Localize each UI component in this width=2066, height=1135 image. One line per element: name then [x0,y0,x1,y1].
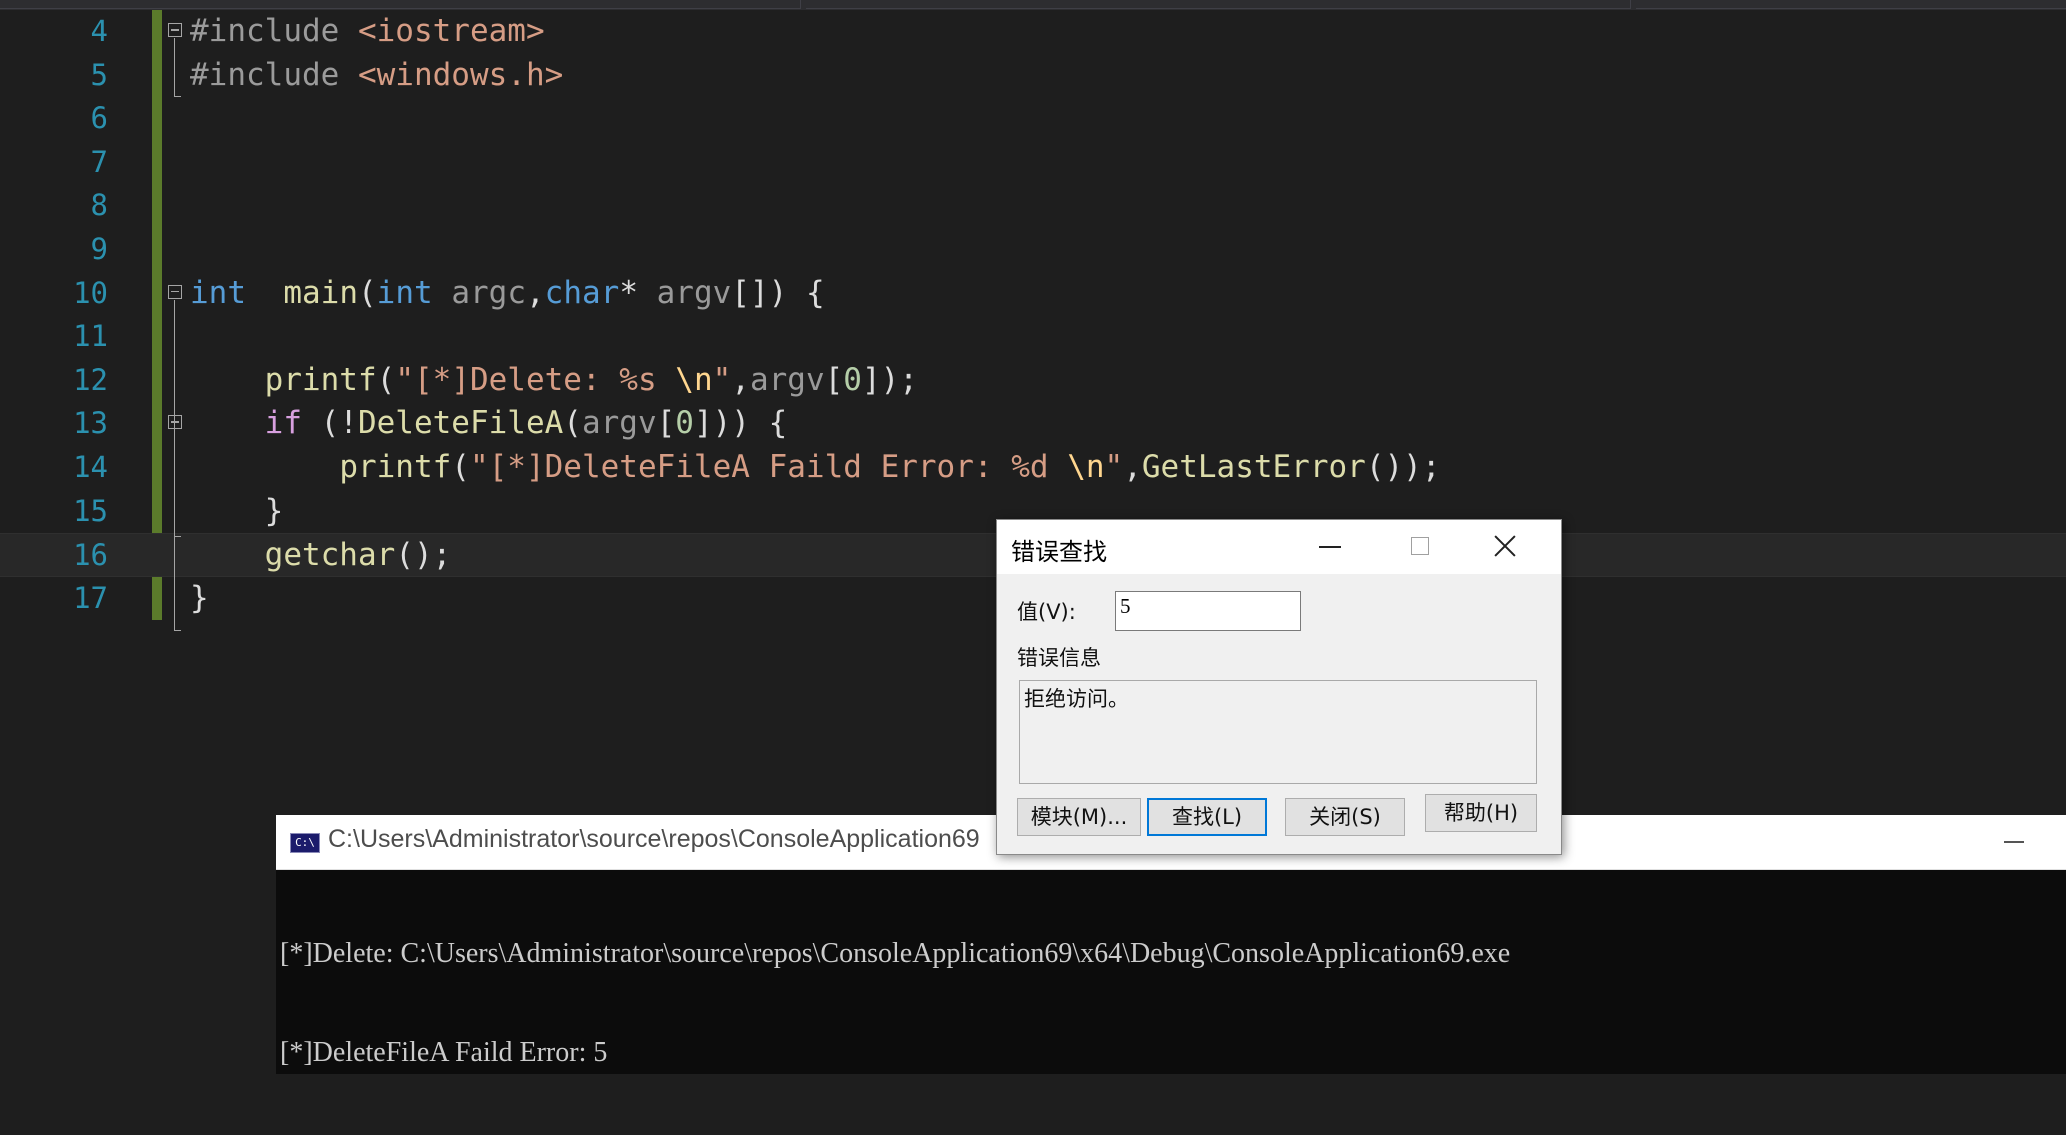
close-icon[interactable] [1487,528,1523,564]
navigation-dropdown-member[interactable] [1636,0,2066,9]
error-message-box[interactable]: 拒绝访问。 [1019,680,1537,784]
code-text: printf("[*]DeleteFileA Faild Error: %d \… [339,449,1441,485]
line-number: 4 [90,14,108,48]
modules-button[interactable]: 模块(M)... [1017,798,1141,836]
code-text: getchar(); [264,537,452,574]
dialog-title: 错误查找 [1011,538,1107,566]
collapse-icon[interactable] [168,23,182,37]
minimize-icon[interactable] [2004,841,2024,843]
code-line[interactable]: 10 int main(int argc,char* argv[]) { [0,272,2066,316]
line-number: 17 [73,580,108,615]
tab-strip [0,0,2066,10]
minimize-icon[interactable] [1319,546,1341,548]
navigation-dropdown-scope[interactable] [806,0,1631,9]
code-text: #include <iostream> [190,13,545,49]
code-line[interactable]: 6 [0,97,2066,141]
line-number: 11 [73,319,108,354]
console-icon: C:\ [290,833,320,853]
code-text: int main(int argc,char* argv[]) { [190,274,825,311]
fold-region-line [174,38,181,97]
navigation-dropdown-project[interactable] [0,0,801,9]
line-number: 12 [73,362,108,397]
line-number: 7 [90,144,108,179]
code-text: } [190,579,209,616]
line-number: 15 [73,493,108,528]
help-button[interactable]: 帮助(H) [1425,794,1537,832]
code-line[interactable]: 7 [0,141,2066,185]
code-line[interactable]: 14 printf("[*]DeleteFileA Faild Error: %… [0,446,2066,490]
code-text: printf("[*]Delete: %s \n",argv[0]); [264,361,918,398]
line-number: 9 [90,232,108,266]
close-button[interactable]: 关闭(S) [1285,798,1405,836]
console-title: C:\Users\Administrator\source\repos\Cons… [328,825,980,853]
value-label: 值(V): [1017,600,1076,624]
maximize-icon[interactable] [1411,537,1429,555]
fold-region-line [174,430,181,537]
console-output-line: [*]Delete: C:\Users\Administrator\source… [280,938,1511,969]
line-number: 10 [73,275,108,310]
collapse-icon[interactable] [168,284,182,299]
value-input[interactable]: 5 [1115,591,1301,631]
line-number: 8 [90,188,108,223]
code-line[interactable]: 8 [0,184,2066,228]
console-output: [*]Delete: C:\Users\Administrator\source… [280,871,1510,1135]
console-output-line: [*]DeleteFileA Faild Error: 5 [280,1037,608,1068]
find-button[interactable]: 查找(L) [1147,798,1267,836]
line-number: 6 [90,101,108,136]
code-line[interactable]: 4 #include <iostream> [0,10,2066,54]
code-text: #include <windows.h> [190,56,564,93]
dialog-title-bar[interactable]: 错误查找 [997,520,1561,574]
code-line[interactable]: 9 [0,228,2066,272]
error-lookup-dialog: 错误查找 值(V): 5 错误信息 拒绝访问。 模块(M)... 查找(L) 关… [996,519,1562,855]
error-message-label: 错误信息 [1017,646,1101,670]
code-line[interactable]: 13 if (!DeleteFileA(argv[0])) { [0,402,2066,446]
code-line[interactable]: 11 [0,315,2066,359]
line-number: 13 [73,406,108,441]
code-text: if (!DeleteFileA(argv[0])) { [264,405,788,442]
line-number: 14 [73,450,108,484]
code-line[interactable]: 12 printf("[*]Delete: %s \n",argv[0]); [0,359,2066,403]
code-line[interactable]: 5 #include <windows.h> [0,54,2066,98]
code-text: } [190,492,284,529]
line-number: 5 [90,57,108,92]
line-number: 16 [73,538,108,573]
